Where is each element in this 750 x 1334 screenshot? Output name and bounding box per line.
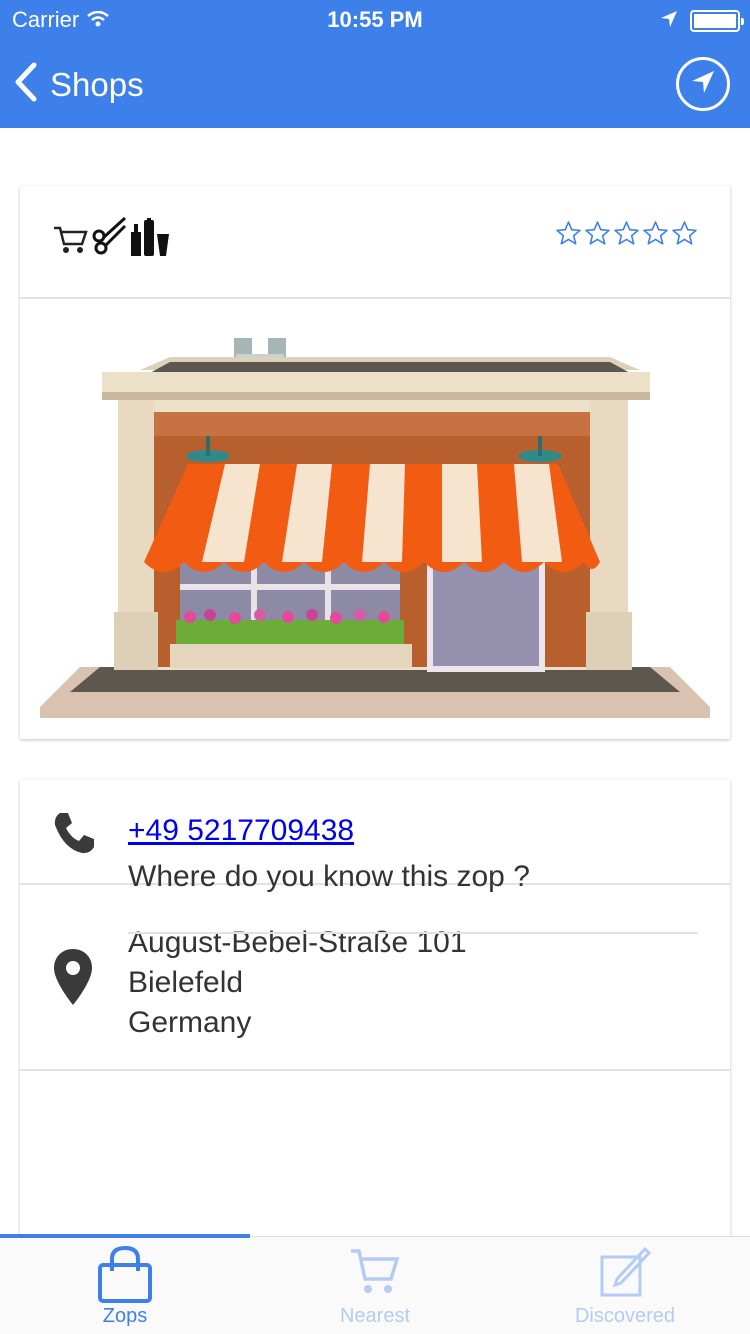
shop-contact-card: +49 5217709438 August-Bebel-Straße 101 B…	[20, 780, 730, 1250]
tab-nearest-label: Nearest	[339, 1305, 411, 1327]
star-icon[interactable]	[555, 220, 582, 247]
star-icon[interactable]	[584, 220, 611, 247]
back-button-label: Shops	[50, 65, 144, 103]
scissors-icon	[91, 216, 127, 261]
tab-discovered-label: Discovered	[574, 1305, 676, 1327]
cart-icon	[53, 224, 89, 261]
tab-zops-label: Zops	[102, 1305, 148, 1327]
shop-image	[40, 332, 710, 718]
navigation-arrow-icon	[689, 68, 717, 101]
shopping-bag-icon	[96, 1245, 154, 1308]
navigation-bar: Shops	[0, 40, 750, 128]
question-text: Where do you know this zop ?	[128, 860, 530, 893]
question-divider	[128, 932, 698, 934]
star-icon[interactable]	[642, 220, 669, 247]
tab-bar: Zops Nearest Discovered	[0, 1234, 750, 1334]
bottles-icon	[129, 218, 171, 261]
category-icons	[53, 216, 171, 261]
map-pin-icon	[54, 949, 92, 1010]
navigate-button[interactable]	[676, 57, 730, 111]
tab-discovered[interactable]: Discovered	[500, 1237, 750, 1334]
back-button[interactable]: Shops	[14, 62, 144, 107]
status-time: 10:55 PM	[327, 7, 423, 32]
address-street: August-Bebel-Straße 101	[128, 926, 467, 959]
status-right	[660, 8, 744, 34]
location-arrow-icon	[660, 8, 678, 34]
top-bar: Carrier 10:55 PM Shops	[0, 0, 750, 128]
star-icon[interactable]	[671, 220, 698, 247]
shop-card-header	[20, 186, 730, 299]
shop-overview-card	[20, 186, 730, 739]
shop-detail-screen: Carrier 10:55 PM Shops +49 5217709438 Au…	[0, 0, 750, 1334]
rating-stars	[555, 220, 698, 247]
cart-icon	[349, 1245, 401, 1302]
address-city: Bielefeld	[128, 966, 244, 999]
address-block: August-Bebel-Straße 101 Bielefeld German…	[128, 923, 467, 1043]
battery-icon	[690, 10, 744, 32]
tab-nearest[interactable]: Nearest	[250, 1237, 500, 1334]
chevron-left-icon	[14, 62, 38, 107]
phone-link[interactable]: +49 5217709438	[128, 814, 354, 848]
status-bar: Carrier 10:55 PM	[0, 0, 750, 40]
address-country: Germany	[128, 1006, 252, 1039]
tab-zops[interactable]: Zops	[0, 1237, 250, 1334]
phone-icon	[52, 811, 96, 860]
star-icon[interactable]	[613, 220, 640, 247]
address-row: August-Bebel-Straße 101 Bielefeld German…	[20, 885, 730, 1071]
edit-icon	[599, 1245, 652, 1302]
